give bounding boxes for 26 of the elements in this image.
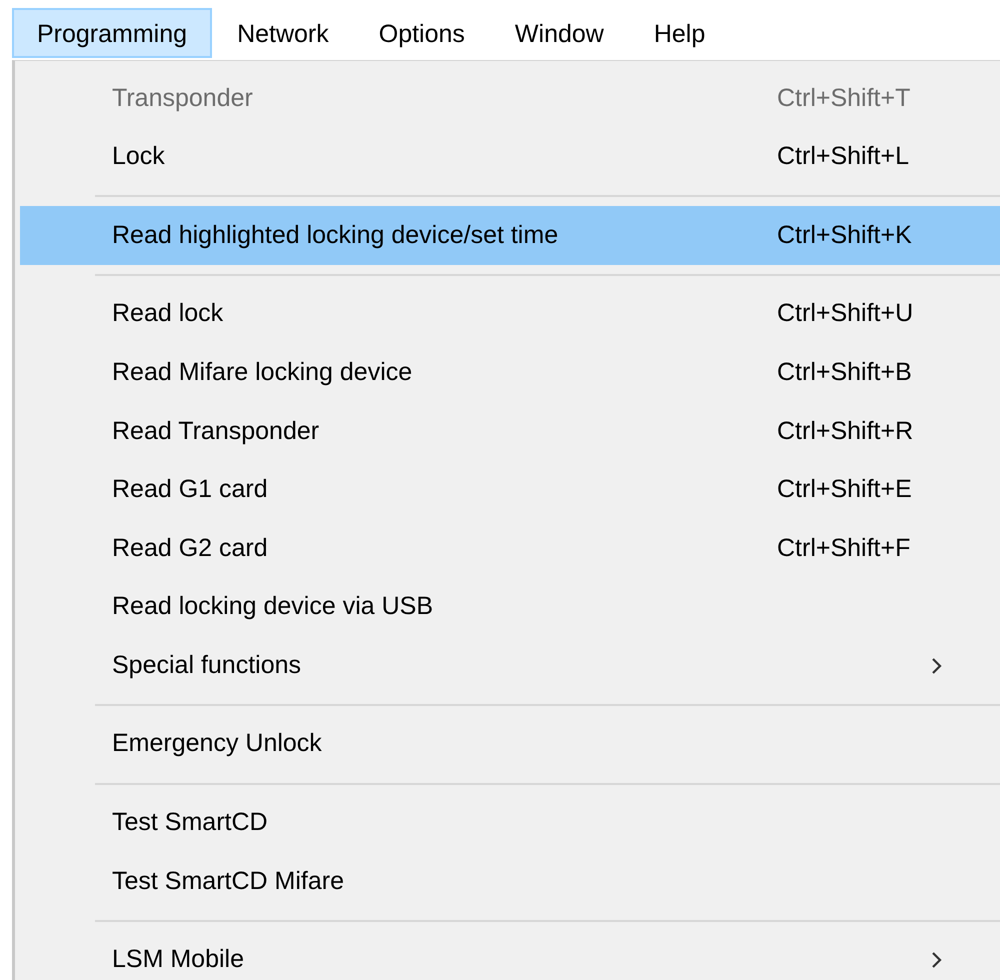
menu-item[interactable]: Read G2 card Ctrl+Shift+F (20, 519, 1000, 578)
menu-item[interactable]: Read G1 card Ctrl+Shift+E (20, 460, 1000, 520)
menu-bar-item[interactable]: Programming (12, 8, 212, 58)
menu-item[interactable]: Read Transponder Ctrl+Shift+R (20, 402, 1000, 461)
menu-item[interactable]: Read locking device via USB (20, 578, 1000, 636)
menu-item[interactable]: LSM Mobile (20, 930, 1000, 980)
shortcut-label: Ctrl+Shift+R (777, 416, 914, 447)
shortcut-label: Ctrl+Shift+K (777, 220, 913, 251)
menu-item[interactable]: Read highlighted locking device/set time Ctrl+Shift+K (20, 206, 1000, 265)
shortcut-label: Ctrl+Shift+T (777, 82, 912, 114)
menu-bar-item[interactable]: Options (354, 8, 490, 58)
shortcut-label: Ctrl+Shift+E (777, 474, 913, 506)
menu-item[interactable]: Test SmartCD Mifare (20, 852, 1000, 911)
shortcut-label: Ctrl+Shift+U (777, 298, 914, 330)
menu-item[interactable]: Read lock Ctrl+Shift+U (20, 284, 1000, 344)
menu-item[interactable]: Emergency Unlock (20, 714, 1000, 774)
menu-item[interactable]: Test SmartCD (20, 794, 1000, 852)
menu-item[interactable]: Read Mifare locking device Ctrl+Shift+B (20, 343, 1000, 402)
menu-bar-item[interactable]: Network (212, 8, 354, 58)
menu-item[interactable]: Special functions (20, 636, 1000, 695)
menu-bar-item[interactable]: Window (490, 8, 629, 58)
shortcut-label: Ctrl+Shift+L (777, 141, 910, 172)
menu-item[interactable]: Lock Ctrl+Shift+L (20, 128, 1000, 186)
menu-bar-item[interactable]: Help (628, 8, 730, 58)
shortcut-label: Ctrl+Shift+B (777, 356, 913, 388)
shortcut-label: Ctrl+Shift+F (777, 532, 912, 564)
